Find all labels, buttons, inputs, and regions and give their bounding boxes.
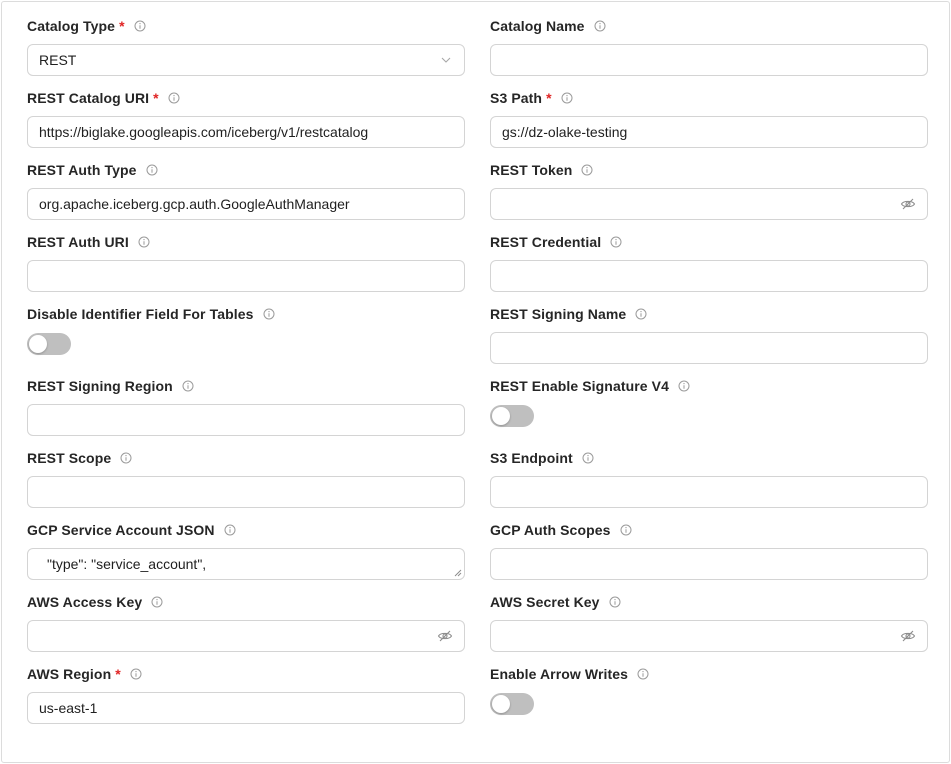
rest-auth-type-input[interactable]: org.apache.iceberg.gcp.auth.GoogleAuthMa… [27,188,465,220]
required-marker: * [153,90,159,106]
rest-catalog-uri-label: REST Catalog URI [27,90,150,106]
field-aws-secret-key: AWS Secret Key [490,592,928,664]
field-enable-arrow-writes: Enable Arrow Writes [490,664,928,736]
catalog-name-label: Catalog Name [490,18,585,34]
field-rest-auth-type: REST Auth Type org.apache.iceberg.gcp.au… [27,160,465,232]
field-rest-signing-name: REST Signing Name [490,304,928,376]
catalog-config-form: Catalog Type * REST Catalog Name REST Ca… [1,1,950,763]
rest-signing-region-input[interactable] [27,404,465,436]
field-rest-signing-region: REST Signing Region [27,376,465,448]
rest-enable-sig-v4-label: REST Enable Signature V4 [490,378,669,394]
eye-slash-icon[interactable] [900,196,916,212]
info-icon[interactable] [582,452,594,464]
field-rest-scope: REST Scope [27,448,465,520]
info-icon[interactable] [182,380,194,392]
info-icon[interactable] [581,164,593,176]
catalog-type-value: REST [39,52,77,68]
catalog-type-select[interactable]: REST [27,44,465,76]
enable-arrow-writes-label: Enable Arrow Writes [490,666,629,682]
info-icon[interactable] [620,524,632,536]
disable-identifier-toggle[interactable] [27,333,71,355]
rest-token-input[interactable] [490,188,928,220]
field-gcp-auth-scopes: GCP Auth Scopes [490,520,928,592]
required-marker: * [115,666,121,682]
rest-auth-uri-label: REST Auth URI [27,234,129,250]
rest-credential-label: REST Credential [490,234,602,250]
rest-signing-name-input[interactable] [490,332,928,364]
info-icon[interactable] [146,164,158,176]
info-icon[interactable] [168,92,180,104]
info-icon[interactable] [609,596,621,608]
field-s3-endpoint: S3 Endpoint [490,448,928,520]
info-icon[interactable] [120,452,132,464]
field-catalog-type: Catalog Type * REST [27,16,465,88]
field-disable-identifier: Disable Identifier Field For Tables [27,304,465,376]
aws-secret-key-input[interactable] [490,620,928,652]
catalog-name-input[interactable] [490,44,928,76]
rest-signing-name-label: REST Signing Name [490,306,627,322]
info-icon[interactable] [610,236,622,248]
aws-access-key-label: AWS Access Key [27,594,143,610]
aws-secret-key-label: AWS Secret Key [490,594,600,610]
eye-slash-icon[interactable] [900,628,916,644]
gcp-service-account-json-label: GCP Service Account JSON [27,522,215,538]
info-icon[interactable] [130,668,142,680]
s3-path-label: S3 Path [490,90,543,106]
rest-auth-uri-input[interactable] [27,260,465,292]
rest-scope-label: REST Scope [27,450,112,466]
s3-endpoint-input[interactable] [490,476,928,508]
rest-signing-region-label: REST Signing Region [27,378,173,394]
rest-auth-type-label: REST Auth Type [27,162,137,178]
field-s3-path: S3 Path * gs://dz-olake-testing [490,88,928,160]
toggle-knob [492,407,510,425]
rest-credential-input[interactable] [490,260,928,292]
field-rest-auth-uri: REST Auth URI [27,232,465,304]
field-catalog-name: Catalog Name [490,16,928,88]
resize-handle-icon[interactable] [454,569,462,577]
toggle-knob [492,695,510,713]
field-rest-token: REST Token [490,160,928,232]
info-icon[interactable] [594,20,606,32]
disable-identifier-label: Disable Identifier Field For Tables [27,306,254,322]
field-rest-enable-sig-v4: REST Enable Signature V4 [490,376,928,448]
rest-catalog-uri-input[interactable]: https://biglake.googleapis.com/iceberg/v… [27,116,465,148]
form-grid: Catalog Type * REST Catalog Name REST Ca… [27,2,928,736]
info-icon[interactable] [151,596,163,608]
gcp-auth-scopes-label: GCP Auth Scopes [490,522,611,538]
rest-token-label: REST Token [490,162,573,178]
required-marker: * [546,90,552,106]
info-icon[interactable] [138,236,150,248]
field-rest-credential: REST Credential [490,232,928,304]
field-aws-access-key: AWS Access Key [27,592,465,664]
rest-enable-sig-v4-toggle[interactable] [490,405,534,427]
gcp-service-account-json-textarea[interactable]: "type": "service_account", [27,548,465,580]
info-icon[interactable] [134,20,146,32]
aws-region-input[interactable]: us-east-1 [27,692,465,724]
info-icon[interactable] [635,308,647,320]
rest-scope-input[interactable] [27,476,465,508]
field-aws-region: AWS Region * us-east-1 [27,664,465,736]
chevron-down-icon [441,57,451,63]
info-icon[interactable] [637,668,649,680]
s3-path-input[interactable]: gs://dz-olake-testing [490,116,928,148]
info-icon[interactable] [561,92,573,104]
eye-slash-icon[interactable] [437,628,453,644]
aws-access-key-input[interactable] [27,620,465,652]
gcp-auth-scopes-input[interactable] [490,548,928,580]
info-icon[interactable] [224,524,236,536]
info-icon[interactable] [678,380,690,392]
field-gcp-service-account-json: GCP Service Account JSON "type": "servic… [27,520,465,592]
enable-arrow-writes-toggle[interactable] [490,693,534,715]
required-marker: * [119,18,125,34]
info-icon[interactable] [263,308,275,320]
field-rest-catalog-uri: REST Catalog URI * https://biglake.googl… [27,88,465,160]
catalog-type-label: Catalog Type [27,18,116,34]
aws-region-label: AWS Region [27,666,112,682]
toggle-knob [29,335,47,353]
s3-endpoint-label: S3 Endpoint [490,450,573,466]
